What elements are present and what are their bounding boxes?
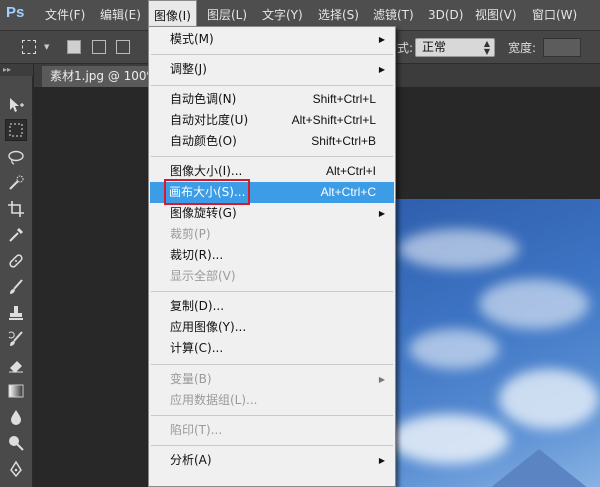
menu-item-reveal-all[interactable]: 显示全部(V) xyxy=(150,266,394,287)
submenu-arrow-icon: ▶ xyxy=(378,65,385,74)
cloud-shape xyxy=(409,329,499,369)
marquee-preset-icon[interactable] xyxy=(22,40,36,54)
submenu-arrow-icon: ▶ xyxy=(378,375,385,384)
marquee-tool-icon[interactable] xyxy=(5,119,27,141)
crop-tool-icon[interactable] xyxy=(5,198,27,220)
healing-brush-tool-icon[interactable] xyxy=(5,250,27,272)
preset-dropdown-arrow-icon[interactable]: ▼ xyxy=(44,43,49,51)
menu-item-trim[interactable]: 裁切(R)... xyxy=(150,245,394,266)
menu-item-variables[interactable]: 变量(B) ▶ xyxy=(150,369,394,390)
menu-item-canvas-size[interactable]: 画布大小(S)... Alt+Ctrl+C xyxy=(150,179,394,205)
add-to-selection-icon[interactable] xyxy=(92,40,106,54)
canvas-size-label-highlighted: 画布大小(S)... xyxy=(163,179,251,205)
dodge-tool-icon[interactable] xyxy=(5,432,27,454)
history-brush-tool-icon[interactable] xyxy=(5,328,27,350)
subtract-selection-icon[interactable] xyxy=(116,40,130,54)
collapse-panel-icon[interactable]: ▸▸ xyxy=(0,64,33,76)
menu-item-auto-tone[interactable]: 自动色调(N) Shift+Ctrl+L xyxy=(150,89,394,110)
select-arrows-icon: ▲ ▼ xyxy=(483,39,490,56)
house-roof xyxy=(489,449,589,487)
move-tool-icon[interactable] xyxy=(5,94,27,116)
image-menu-dropdown: 模式(M) ▶ 调整(J) ▶ 自动色调(N) Shift+Ctrl+L 自动对… xyxy=(148,26,396,487)
menu-item-duplicate[interactable]: 复制(D)... xyxy=(150,296,394,317)
menu-window[interactable]: 窗口(W) xyxy=(527,0,582,31)
menu-separator xyxy=(151,85,393,86)
cloud-shape xyxy=(479,279,589,329)
pen-tool-icon[interactable] xyxy=(5,458,27,480)
menu-separator xyxy=(151,291,393,292)
menu-separator xyxy=(151,54,393,55)
menu-item-crop[interactable]: 裁剪(P) xyxy=(150,224,394,245)
lasso-tool-icon[interactable] xyxy=(5,146,27,168)
style-select-value: 正常 xyxy=(422,40,447,54)
blur-tool-icon[interactable] xyxy=(5,406,27,428)
cloud-shape xyxy=(499,369,599,429)
menu-separator xyxy=(151,415,393,416)
menu-item-calculations[interactable]: 计算(C)... xyxy=(150,338,394,359)
brush-tool-icon[interactable] xyxy=(5,276,27,298)
menu-file[interactable]: 文件(F) xyxy=(40,0,90,31)
submenu-arrow-icon: ▶ xyxy=(378,209,385,218)
gradient-tool-icon[interactable] xyxy=(5,380,27,402)
photoshop-logo: Ps xyxy=(6,4,25,21)
eyedropper-tool-icon[interactable] xyxy=(5,224,27,246)
menu-item-auto-color[interactable]: 自动颜色(O) Shift+Ctrl+B xyxy=(150,131,394,152)
menu-item-trap[interactable]: 陷印(T)... xyxy=(150,420,394,441)
tools-panel: ▸▸ xyxy=(0,64,33,487)
style-select[interactable]: 正常 ▲ ▼ xyxy=(415,38,495,57)
menu-item-image-rotation[interactable]: 图像旋转(G) ▶ xyxy=(150,203,394,224)
canvas-image[interactable] xyxy=(389,199,600,487)
menu-item-adjustments[interactable]: 调整(J) ▶ xyxy=(150,59,394,80)
menu-separator xyxy=(151,445,393,446)
menu-3d[interactable]: 3D(D) xyxy=(423,0,468,31)
style-label: 式: xyxy=(397,41,414,55)
menu-edit[interactable]: 编辑(E) xyxy=(95,0,146,31)
submenu-arrow-icon: ▶ xyxy=(378,35,385,44)
menu-item-apply-image[interactable]: 应用图像(Y)... xyxy=(150,317,394,338)
menu-item-mode[interactable]: 模式(M) ▶ xyxy=(150,29,394,50)
menu-separator xyxy=(151,364,393,365)
submenu-arrow-icon: ▶ xyxy=(378,456,385,465)
menu-item-apply-data-set[interactable]: 应用数据组(L)... xyxy=(150,390,394,411)
width-label: 宽度: xyxy=(508,41,537,55)
menu-view[interactable]: 视图(V) xyxy=(470,0,522,31)
quick-selection-tool-icon[interactable] xyxy=(5,172,27,194)
menu-item-analysis[interactable]: 分析(A) ▶ xyxy=(150,450,394,471)
menu-item-image-size[interactable]: 图像大小(I)... Alt+Ctrl+I xyxy=(150,161,394,182)
new-selection-icon[interactable] xyxy=(67,40,81,54)
menu-separator xyxy=(151,156,393,157)
width-input[interactable] xyxy=(543,38,581,57)
cloud-shape xyxy=(399,229,519,269)
eraser-tool-icon[interactable] xyxy=(5,354,27,376)
menu-item-auto-contrast[interactable]: 自动对比度(U) Alt+Shift+Ctrl+L xyxy=(150,110,394,131)
clone-stamp-tool-icon[interactable] xyxy=(5,302,27,324)
